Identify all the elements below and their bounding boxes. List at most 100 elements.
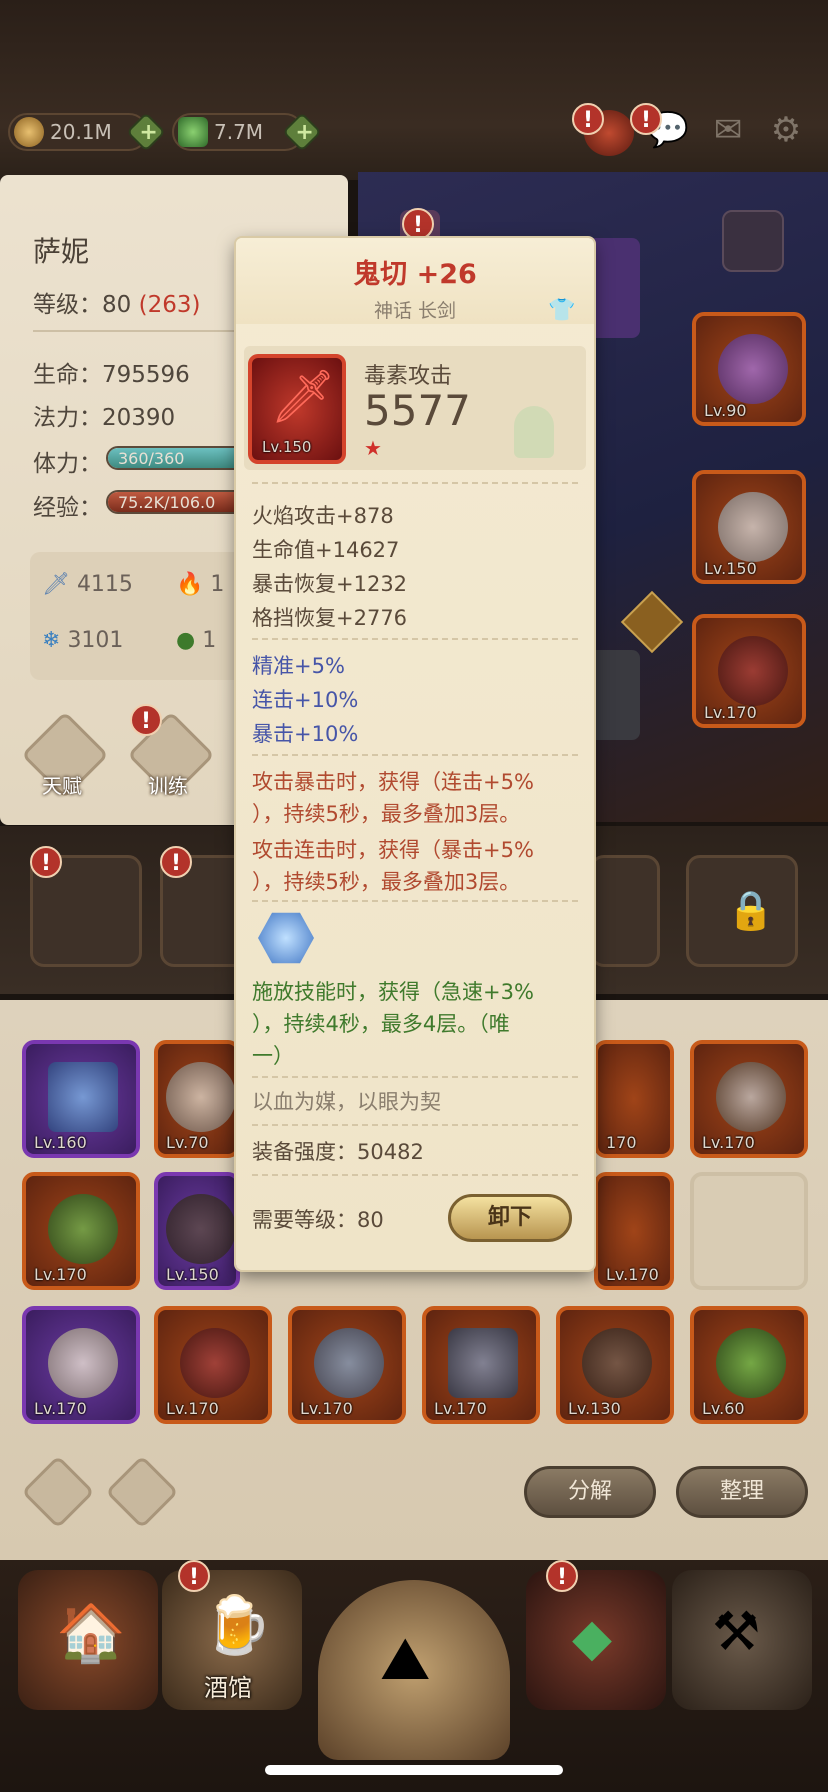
gem-counter: 7.7M: [172, 112, 322, 152]
power-value: 50482: [357, 1140, 424, 1164]
sort-button[interactable]: 整理: [676, 1466, 808, 1518]
stat-line: 暴击恢复+1232: [252, 572, 408, 596]
inventory-slot[interactable]: Lv.170: [288, 1306, 406, 1424]
fire-stat: 🔥 1: [176, 572, 224, 597]
inventory-slot[interactable]: Lv.170: [422, 1306, 540, 1424]
hp-value: 795596: [102, 362, 190, 388]
ring-icon: [718, 334, 788, 404]
blade-icon: 🗡: [270, 367, 337, 427]
shop-nav-button[interactable]: ◆: [526, 1570, 666, 1710]
equip-slot-helmet[interactable]: Lv.170: [692, 614, 806, 728]
gold-coin-icon: [14, 117, 44, 147]
slot-level: Lv.90: [704, 401, 747, 420]
inventory-slot[interactable]: Lv.160: [22, 1040, 140, 1158]
hood-icon: [166, 1194, 236, 1264]
inventory-slot[interactable]: Lv.170: [690, 1040, 808, 1158]
divider: [252, 900, 578, 902]
mp-value: 20390: [102, 405, 176, 431]
slot-level: Lv.170: [702, 1133, 755, 1152]
bonus-line: 精准+5%: [252, 654, 345, 678]
gold-value: 20.1M: [50, 120, 112, 144]
unequip-button[interactable]: 卸下: [448, 1194, 572, 1242]
divider: [252, 1124, 578, 1126]
tavern-nav-button[interactable]: 🍺 酒馆: [162, 1570, 302, 1710]
divider: [252, 638, 578, 640]
equip-slot-armor[interactable]: Lv.150: [692, 470, 806, 584]
snowflake-icon: ❄: [42, 628, 61, 653]
inventory-slot[interactable]: Lv.70: [154, 1040, 240, 1158]
ice-value: 3101: [67, 628, 124, 653]
spiked-ball-icon: [582, 1328, 652, 1398]
inventory-slot[interactable]: Lv.150: [154, 1172, 240, 1290]
slot-level: Lv.170: [434, 1399, 487, 1418]
talent-label: 天赋: [42, 774, 82, 798]
slot-level: Lv.170: [166, 1399, 219, 1418]
poison-drop-icon: ●: [176, 628, 196, 653]
train-label: 训练: [148, 774, 188, 798]
ring-icon: [48, 1328, 118, 1398]
effect-line: ），持续5秒，最多叠加3层。: [252, 802, 521, 826]
power-row: 装备强度：50482: [252, 1136, 424, 1166]
mp-row: 法力：20390: [33, 398, 175, 432]
house-icon: 🏠: [56, 1601, 126, 1666]
exp-label: 经验：: [33, 495, 102, 521]
stamina-label: 体力：: [33, 451, 102, 477]
divider: [252, 1076, 578, 1078]
wardrobe-icon[interactable]: [722, 210, 784, 272]
poison-stat: ● 1: [176, 628, 216, 653]
inventory-slot[interactable]: 170: [594, 1040, 674, 1158]
adventure-nav-button[interactable]: ⛰: [318, 1580, 510, 1760]
fire-icon: 🔥: [176, 572, 204, 597]
equip-slot-ring[interactable]: Lv.90: [692, 312, 806, 426]
mail-icon[interactable]: ✉: [706, 110, 750, 154]
stat-line: 格挡恢复+2776: [252, 606, 408, 630]
poison-ghost-icon: [514, 406, 554, 458]
green-orb-icon: [716, 1328, 786, 1398]
hp-row: 生命：795596: [33, 355, 190, 389]
gem-icon: [178, 117, 208, 147]
add-gem-button[interactable]: [282, 112, 322, 152]
beer-mug-icon: 🍺: [202, 1593, 272, 1658]
hero-portrait[interactable]: [590, 855, 660, 967]
home-indicator[interactable]: [265, 1765, 563, 1775]
power-label: 装备强度：: [252, 1140, 357, 1164]
slot-level: Lv.150: [704, 559, 757, 578]
forge-nav-button[interactable]: ⚒: [672, 1570, 812, 1710]
divider: [252, 754, 578, 756]
inventory-slot[interactable]: Lv.170: [154, 1306, 272, 1424]
alert-icon: !: [402, 208, 434, 240]
slot-level: Lv.60: [702, 1399, 745, 1418]
item-title: 鬼切 +26: [353, 259, 477, 290]
inventory-slot[interactable]: Lv.170: [22, 1172, 140, 1290]
helmet-icon: [718, 636, 788, 706]
settings-gear-icon[interactable]: ⚙: [764, 110, 808, 154]
town-nav-button[interactable]: 🏠: [18, 1570, 158, 1710]
decompose-button[interactable]: 分解: [524, 1466, 656, 1518]
mp-label: 法力：: [33, 405, 102, 431]
inventory-slot[interactable]: Lv.60: [690, 1306, 808, 1424]
empty-inventory-slot[interactable]: [690, 1172, 808, 1290]
slot-level: Lv.170: [606, 1265, 659, 1284]
slot-level: Lv.160: [34, 1133, 87, 1152]
required-level-row: 需要等级：80: [252, 1204, 384, 1234]
inventory-slot[interactable]: Lv.170: [22, 1306, 140, 1424]
shirt-icon[interactable]: 👕: [548, 298, 575, 323]
alert-icon: !: [30, 846, 62, 878]
star-icon: ★: [364, 436, 382, 460]
crossbow-icon: [180, 1328, 250, 1398]
lock-icon: 🔒: [727, 888, 775, 932]
gold-counter: 20.1M: [8, 112, 166, 152]
required-level-label: 需要等级：: [252, 1208, 357, 1232]
slot-level: Lv.130: [568, 1399, 621, 1418]
inventory-slot[interactable]: Lv.130: [556, 1306, 674, 1424]
stamina-text: 360/360: [118, 449, 185, 468]
slot-level: 170: [606, 1133, 637, 1152]
add-gold-button[interactable]: [126, 112, 166, 152]
attack-value: 4115: [76, 572, 133, 597]
alert-icon: !: [178, 1560, 210, 1592]
locked-hero-slot[interactable]: 🔒: [686, 855, 798, 967]
alert-icon: !: [130, 704, 162, 736]
gem-effect-line: 一）: [252, 1044, 294, 1068]
exp-text: 75.2K/106.0: [118, 493, 216, 512]
inventory-slot[interactable]: Lv.170: [594, 1172, 674, 1290]
